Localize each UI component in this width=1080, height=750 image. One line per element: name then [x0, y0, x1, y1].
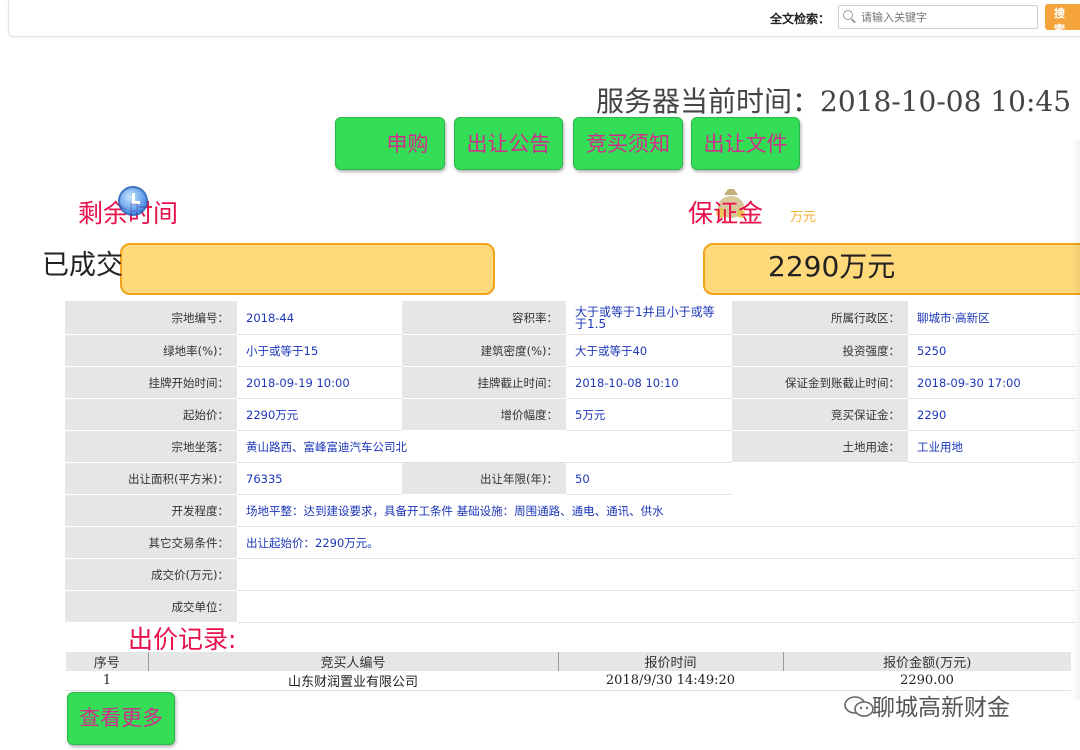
info-value: 工业用地	[908, 430, 1075, 463]
server-time: 服务器当前时间：2018-10-08 10:45	[596, 85, 1072, 118]
info-value: 2018-44	[237, 300, 402, 335]
bid-records-table: 序号 竞买人编号 报价时间 报价金额(万元) 1 山东财润置业有限公司 2018…	[66, 652, 1071, 691]
info-value: 大于或等于1并且小于或等于1.5	[566, 300, 732, 335]
info-value: 2290	[908, 398, 1075, 431]
table-header-row: 序号 竞买人编号 报价时间 报价金额(万元)	[66, 652, 1071, 671]
table-row: 起始价： 2290万元 增价幅度： 5万元 竞买保证金： 2290	[64, 398, 1075, 431]
info-label: 开发程度：	[64, 494, 238, 527]
info-label: 容积率：	[401, 300, 567, 335]
info-value: 黄山路西、富峰富迪汽车公司北	[237, 430, 732, 463]
subscribe-button[interactable]: 申购	[335, 117, 445, 170]
info-value	[237, 558, 1075, 591]
column-header: 序号	[66, 652, 149, 671]
info-value: 聊城市·高新区	[908, 300, 1075, 335]
info-label: 出让年限(年)：	[401, 462, 567, 495]
info-value: 大于或等于40	[566, 334, 732, 367]
table-row: 成交单位：	[64, 590, 1075, 623]
table-row: 出让面积(平方米)： 76335 出让年限(年)： 50	[64, 462, 1075, 495]
scroll-shadow	[1072, 140, 1080, 700]
column-header: 报价时间	[558, 652, 784, 671]
info-label: 建筑密度(%)：	[401, 334, 567, 367]
bid-time: 2018/9/30 14:49:20	[558, 671, 783, 691]
info-label: 成交单位：	[64, 590, 238, 623]
transfer-documents-button[interactable]: 出让文件	[691, 117, 800, 170]
info-value: 2018-09-30 17:00	[908, 366, 1075, 399]
table-row: 宗地坐落： 黄山路西、富峰富迪汽车公司北 土地用途： 工业用地	[64, 430, 1075, 463]
info-label: 竞买保证金：	[731, 398, 909, 431]
info-label: 宗地编号：	[64, 300, 238, 335]
info-label: 起始价：	[64, 398, 238, 431]
info-label: 其它交易条件：	[64, 526, 238, 559]
column-header: 竞买人编号	[148, 652, 559, 671]
info-value: 5万元	[566, 398, 732, 431]
info-value: 76335	[237, 462, 402, 495]
deposit-label: 保证金	[688, 199, 764, 228]
search-icon	[843, 10, 853, 20]
search-label: 全文检索：	[770, 12, 831, 26]
parcel-info-table: 宗地编号： 2018-44 容积率： 大于或等于1并且小于或等于1.5 所属行政…	[64, 300, 1075, 623]
deal-status: 已成交	[42, 250, 123, 281]
info-label: 土地用途：	[731, 430, 909, 463]
table-row: 开发程度： 场地平整：达到建设要求，具备开工条件 基础设施：周围通路、通电、通讯…	[64, 494, 1075, 527]
search-button[interactable]: 搜 索	[1045, 4, 1080, 36]
bidding-instructions-button[interactable]: 竞买须知	[573, 117, 683, 170]
info-value: 出让起始价：2290万元。	[237, 526, 1075, 559]
info-value: 场地平整：达到建设要求，具备开工条件 基础设施：周围通路、通电、通讯、供水	[237, 494, 1075, 527]
notice-button[interactable]: 出让公告	[454, 117, 563, 170]
info-value	[237, 590, 1075, 623]
table-row: 其它交易条件： 出让起始价：2290万元。	[64, 526, 1075, 559]
info-value: 2018-09-19 10:00	[237, 366, 402, 399]
search-box[interactable]	[838, 5, 1038, 29]
info-label: 挂牌开始时间：	[64, 366, 238, 399]
info-label: 增价幅度：	[401, 398, 567, 431]
info-value: 50	[566, 462, 732, 495]
column-header: 报价金额(万元)	[783, 652, 1071, 671]
info-label: 保证金到账截止时间：	[731, 366, 909, 399]
info-label: 投资强度：	[731, 334, 909, 367]
view-more-button[interactable]: 查看更多	[67, 692, 175, 745]
countdown-panel	[120, 243, 495, 295]
deposit-unit: 万元	[790, 210, 817, 225]
deposit-value: 2290万元	[768, 250, 896, 283]
info-label: 出让面积(平方米)：	[64, 462, 238, 495]
bidder-name: 山东财润置业有限公司	[148, 671, 558, 691]
clock-icon	[118, 186, 148, 216]
info-value: 2290万元	[237, 398, 402, 431]
table-row: 挂牌开始时间： 2018-09-19 10:00 挂牌截止时间： 2018-10…	[64, 366, 1075, 399]
info-value: 2018-10-08 10:10	[566, 366, 732, 399]
watermark-text: 聊城高新财金	[872, 695, 1010, 721]
info-label: 绿地率(%)：	[64, 334, 238, 367]
info-label: 所属行政区：	[731, 300, 909, 335]
table-row: 绿地率(%)： 小于或等于15 建筑密度(%)： 大于或等于40 投资强度： 5…	[64, 334, 1075, 367]
info-label: 挂牌截止时间：	[401, 366, 567, 399]
table-row: 成交价(万元)：	[64, 558, 1075, 591]
empty-cell	[731, 462, 1075, 495]
info-value: 小于或等于15	[237, 334, 402, 367]
table-row: 宗地编号： 2018-44 容积率： 大于或等于1并且小于或等于1.5 所属行政…	[64, 300, 1075, 335]
info-label: 成交价(万元)：	[64, 558, 238, 591]
search-input[interactable]	[859, 6, 1033, 29]
bid-records-title: 出价记录:	[128, 625, 237, 654]
info-value: 5250	[908, 334, 1075, 367]
bid-index: 1	[66, 671, 148, 691]
wechat-icon	[844, 696, 874, 717]
info-label: 宗地坐落：	[64, 430, 238, 463]
